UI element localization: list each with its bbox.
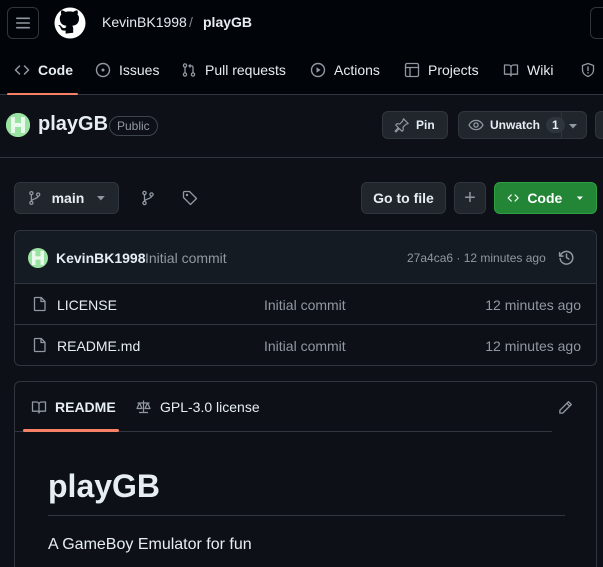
- chevron-down-icon[interactable]: [568, 121, 578, 131]
- github-logo-icon[interactable]: [54, 7, 86, 39]
- tab-readme-label: README: [55, 399, 116, 415]
- tab-code[interactable]: Code: [6, 52, 81, 88]
- tab-wiki[interactable]: Wiki: [495, 52, 561, 88]
- commit-hash-time[interactable]: 27a4ca6 · 12 minutes ago: [407, 251, 546, 265]
- table-row[interactable]: README.md Initial commit 12 minutes ago: [15, 325, 596, 365]
- code-dropdown-button[interactable]: Code: [494, 182, 597, 214]
- tab-actions[interactable]: Actions: [302, 52, 388, 88]
- menu-button[interactable]: [7, 7, 39, 39]
- heading-divider: [48, 515, 565, 516]
- table-icon: [404, 62, 420, 78]
- tags-button[interactable]: [174, 182, 206, 214]
- active-tab-indicator: [23, 429, 119, 432]
- readme-description: A GameBoy Emulator for fun: [48, 536, 252, 553]
- tab-label: Issues: [119, 62, 160, 78]
- code-icon: [14, 65, 30, 75]
- button-divider: [561, 112, 562, 138]
- pin-label: Pin: [416, 118, 435, 132]
- active-tab-indicator: [7, 93, 78, 95]
- repo-title[interactable]: playGB: [38, 113, 108, 136]
- hamburger-icon: [16, 17, 30, 29]
- readme-heading: playGB: [48, 468, 161, 504]
- unwatch-button[interactable]: Unwatch 1: [458, 111, 587, 139]
- book-icon: [31, 401, 47, 414]
- edit-icon[interactable]: [558, 400, 573, 415]
- file-icon: [33, 337, 46, 353]
- breadcrumb-separator: /: [189, 14, 193, 30]
- tag-icon: [182, 190, 198, 206]
- commit-author-avatar[interactable]: [28, 248, 48, 268]
- tab-projects[interactable]: Projects: [396, 52, 487, 88]
- chevron-down-icon: [577, 196, 584, 200]
- plus-icon: +: [464, 186, 476, 209]
- chevron-down-icon: [97, 196, 106, 201]
- commit-message[interactable]: Initial commit: [145, 250, 227, 266]
- readme-panel: README GPL-3.0 license playGB A GameBoy …: [14, 381, 597, 567]
- history-icon[interactable]: [558, 249, 575, 266]
- fork-button-partial[interactable]: [595, 111, 603, 139]
- issue-icon: [95, 62, 111, 78]
- file-name[interactable]: LICENSE: [57, 297, 117, 313]
- commit-author[interactable]: KevinBK1998: [56, 250, 146, 266]
- tab-security[interactable]: [572, 52, 603, 88]
- unwatch-label: Unwatch: [490, 118, 541, 132]
- tab-label: Actions: [334, 62, 380, 78]
- play-icon: [310, 62, 326, 78]
- eye-icon: [468, 119, 484, 131]
- tab-label: Code: [38, 62, 73, 78]
- table-row[interactable]: LICENSE Initial commit 12 minutes ago: [15, 284, 596, 325]
- branch-icon: [142, 190, 154, 206]
- file-browser: KevinBK1998 Initial commit 27a4ca6 · 12 …: [14, 230, 597, 366]
- visibility-badge: Public: [109, 116, 158, 136]
- shield-icon: [581, 62, 595, 78]
- branch-icon: [29, 190, 41, 206]
- pull-request-icon: [182, 63, 196, 77]
- go-to-file-button[interactable]: Go to file: [361, 182, 446, 214]
- pin-icon: [394, 118, 409, 133]
- file-commit-message[interactable]: Initial commit: [264, 338, 346, 354]
- latest-commit-bar: KevinBK1998 Initial commit 27a4ca6 · 12 …: [15, 231, 596, 284]
- branch-label: main: [51, 190, 85, 206]
- header-action-button[interactable]: [590, 7, 603, 39]
- readme-tabs: README GPL-3.0 license: [15, 382, 596, 432]
- file-name[interactable]: README.md: [57, 338, 140, 354]
- tab-license-label: GPL-3.0 license: [160, 399, 260, 415]
- tab-pull-requests[interactable]: Pull requests: [173, 52, 294, 88]
- tab-readme[interactable]: README: [31, 399, 116, 415]
- branch-selector[interactable]: main: [14, 182, 119, 214]
- add-file-button[interactable]: +: [454, 182, 486, 214]
- pin-button[interactable]: Pin: [382, 111, 448, 139]
- book-icon: [503, 64, 519, 77]
- file-icon: [33, 296, 46, 312]
- file-time: 12 minutes ago: [485, 297, 581, 313]
- owner-avatar[interactable]: [6, 113, 30, 137]
- tab-label: Projects: [428, 62, 479, 78]
- go-to-file-label: Go to file: [373, 190, 434, 206]
- global-header: KevinBK1998 / playGB Code Issues Pull re…: [0, 0, 603, 95]
- title-divider: [0, 157, 603, 158]
- tab-license[interactable]: GPL-3.0 license: [135, 399, 260, 415]
- tab-label: Pull requests: [205, 62, 286, 78]
- breadcrumb-repo[interactable]: playGB: [203, 14, 252, 30]
- code-label: Code: [527, 190, 563, 206]
- law-icon: [136, 400, 151, 414]
- breadcrumb-owner[interactable]: KevinBK1998: [102, 14, 187, 30]
- code-icon: [507, 194, 519, 202]
- branches-button[interactable]: [132, 182, 164, 214]
- file-commit-message[interactable]: Initial commit: [264, 297, 346, 313]
- tab-issues[interactable]: Issues: [87, 52, 167, 88]
- tab-label: Wiki: [527, 62, 554, 78]
- file-time: 12 minutes ago: [485, 338, 581, 354]
